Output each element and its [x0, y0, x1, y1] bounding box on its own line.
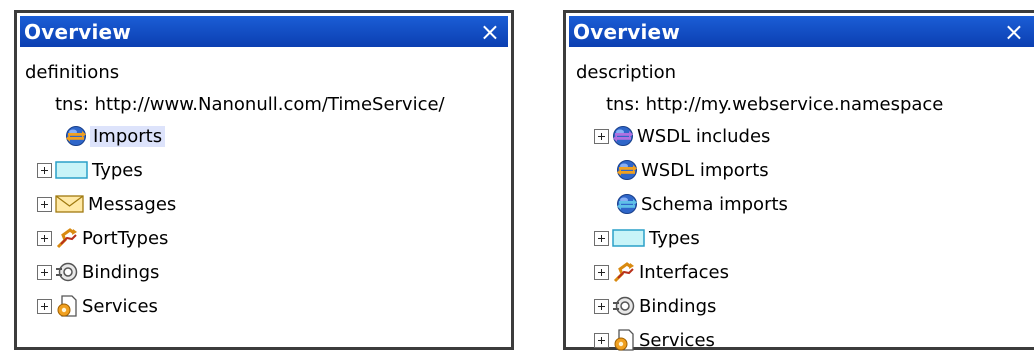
tree-item-label: Types [649, 227, 700, 249]
namespace-label: tns: http://my.webservice.namespace [606, 93, 944, 115]
namespace-label: tns: http://www.Nanonull.com/TimeService… [55, 93, 445, 115]
expand-icon[interactable] [37, 162, 52, 178]
tree-root-label: definitions [25, 61, 120, 83]
tree-item-messages[interactable]: Messages [37, 189, 176, 219]
tree-item-label: Services [639, 329, 715, 351]
service-document-gear-icon [612, 328, 636, 352]
expand-icon[interactable] [594, 298, 609, 314]
interface-arrows-icon [612, 260, 636, 284]
porttype-arrows-icon [55, 226, 79, 250]
binding-chain-icon [612, 295, 636, 317]
tree-item-label: Bindings [639, 295, 717, 317]
expand-icon[interactable] [594, 264, 609, 280]
tree-item-label: Messages [88, 193, 177, 215]
namespace-row: tns: http://www.Nanonull.com/TimeService… [55, 89, 445, 119]
expand-icon[interactable] [594, 128, 609, 144]
tree-item-bindings[interactable]: Bindings [37, 257, 159, 287]
expand-icon[interactable] [37, 230, 52, 246]
import-sphere-icon [616, 159, 638, 181]
close-icon[interactable]: × [480, 20, 500, 44]
tree-item-types[interactable]: Types [37, 155, 143, 185]
tree-item-porttypes[interactable]: PortTypes [37, 223, 168, 253]
tree-item-imports[interactable]: Imports [65, 121, 166, 151]
types-box-icon [55, 160, 89, 180]
tree-item-wsdl-includes[interactable]: WSDL includes [594, 121, 770, 151]
panel-title: Overview [573, 19, 681, 44]
service-document-gear-icon [55, 294, 79, 318]
tree-item-label: Services [82, 295, 158, 317]
tree-item-bindings[interactable]: Bindings [594, 291, 716, 321]
tree-item-services[interactable]: Services [37, 291, 158, 321]
tree-item-label: Schema imports [641, 193, 788, 215]
panel-titlebar: Overview × [569, 16, 1034, 47]
tree-item-label: WSDL imports [641, 159, 769, 181]
tree-item-label: Bindings [82, 261, 160, 283]
expand-icon[interactable] [594, 332, 609, 348]
panel-titlebar: Overview × [20, 16, 508, 47]
tree-item-label: PortTypes [82, 227, 169, 249]
tree-item-wsdl-imports[interactable]: WSDL imports [616, 155, 769, 185]
types-box-icon [612, 228, 646, 248]
tree-item-schema-imports[interactable]: Schema imports [616, 189, 788, 219]
tree-root[interactable]: definitions [25, 57, 119, 87]
tree-item-services[interactable]: Services [594, 325, 715, 355]
expand-icon[interactable] [37, 264, 52, 280]
tree-item-label: Interfaces [639, 261, 729, 283]
tree-item-types[interactable]: Types [594, 223, 700, 253]
tree-item-label: Types [92, 159, 143, 181]
close-icon[interactable]: × [1004, 20, 1024, 44]
tree-item-interfaces[interactable]: Interfaces [594, 257, 729, 287]
envelope-icon [55, 194, 85, 214]
namespace-row: tns: http://my.webservice.namespace [606, 89, 943, 119]
overview-panel-left: Overview × definitions tns: http://www.N… [14, 10, 514, 350]
tree-item-label: WSDL includes [637, 125, 771, 147]
panel-title: Overview [24, 19, 132, 44]
tree-item-label: Imports [90, 125, 166, 147]
overview-panel-right: Overview × description tns: http://my.we… [563, 10, 1034, 351]
expand-icon[interactable] [37, 298, 52, 314]
tree-root[interactable]: description [576, 57, 676, 87]
expand-icon[interactable] [594, 230, 609, 246]
binding-chain-icon [55, 261, 79, 283]
tree-root-label: description [576, 61, 677, 83]
schema-sphere-icon [616, 193, 638, 215]
include-sphere-icon [612, 125, 634, 147]
import-sphere-icon [65, 125, 87, 147]
expand-icon[interactable] [37, 196, 52, 212]
